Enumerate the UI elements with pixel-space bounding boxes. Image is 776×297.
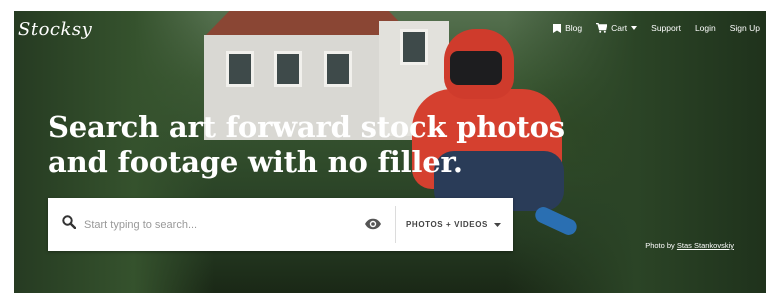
photo-credit-prefix: Photo by xyxy=(645,241,677,250)
nav-blog-label: Blog xyxy=(565,23,583,33)
nav-cart-link[interactable]: Cart xyxy=(596,23,638,33)
photo-credit-author-link[interactable]: Stas Stankovskiy xyxy=(677,241,734,250)
house-window xyxy=(226,51,254,87)
bookmark-icon xyxy=(553,23,562,33)
house-window xyxy=(274,51,302,87)
headline-line-2: and footage with no filler. xyxy=(48,145,463,179)
chevron-down-icon xyxy=(631,26,638,30)
nav-login-link[interactable]: Login xyxy=(695,23,716,33)
stocksy-logo[interactable]: Stocksy xyxy=(18,19,92,40)
house-window xyxy=(400,29,428,65)
search-input[interactable] xyxy=(84,213,354,237)
nav-signup-link[interactable]: Sign Up xyxy=(730,23,760,33)
search-icon[interactable] xyxy=(62,215,77,234)
hero-frame: Stocksy Blog Cart Support Login Sign Up … xyxy=(14,11,766,293)
search-bar: PHOTOS + VIDEOS xyxy=(48,198,513,251)
headline-line-1: Search art forward stock photos xyxy=(48,110,565,144)
chevron-down-icon xyxy=(493,220,501,229)
media-type-label: PHOTOS + VIDEOS xyxy=(406,220,488,229)
vr-headset xyxy=(450,51,502,85)
cart-icon xyxy=(596,23,608,33)
top-nav: Blog Cart Support Login Sign Up xyxy=(553,23,760,33)
house-window xyxy=(324,51,352,87)
nav-blog-link[interactable]: Blog xyxy=(553,23,582,33)
nav-support-link[interactable]: Support xyxy=(651,23,681,33)
hero-headline: Search art forward stock photos and foot… xyxy=(48,110,568,180)
eye-icon[interactable] xyxy=(364,217,382,235)
photo-credit: Photo by Stas Stankovskiy xyxy=(645,241,734,250)
media-type-dropdown[interactable]: PHOTOS + VIDEOS xyxy=(406,198,501,251)
search-divider xyxy=(395,206,396,243)
nav-cart-label: Cart xyxy=(611,23,628,33)
